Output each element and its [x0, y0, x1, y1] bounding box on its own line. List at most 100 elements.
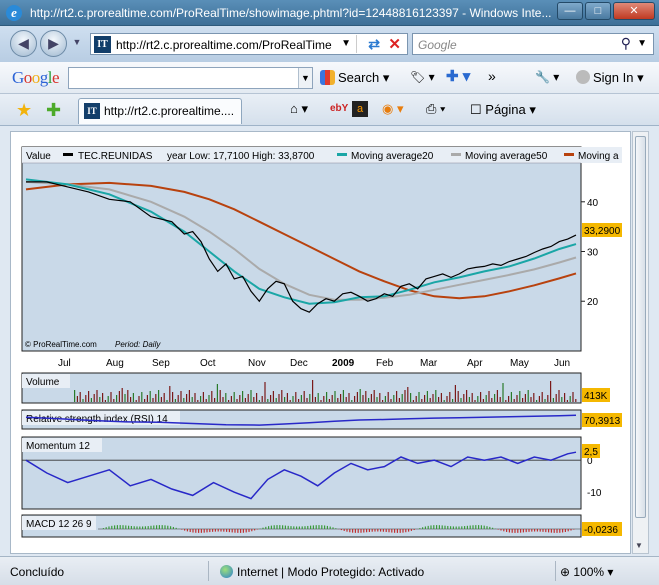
volume-bar	[202, 392, 204, 402]
macd-bar	[279, 525, 281, 529]
scrollbar-thumb[interactable]	[635, 136, 646, 518]
macd-bar	[167, 525, 169, 529]
minimize-button[interactable]: —	[557, 2, 583, 20]
bookmark-icon[interactable]: 🏷 ▾	[410, 70, 435, 84]
rss-feed-icon[interactable]: ◉ ▾	[382, 101, 403, 117]
volume-bar	[214, 398, 216, 402]
wrench-icon[interactable]: 🔧 ▾	[535, 70, 559, 84]
macd-bar	[217, 529, 219, 532]
amazon-icon[interactable]: a	[352, 101, 368, 117]
google-search-button[interactable]: Search ▾	[320, 70, 389, 86]
volume-bar	[197, 400, 199, 402]
volume-bar	[261, 396, 263, 402]
volume-bar	[228, 400, 230, 402]
zoom-control[interactable]: ⊕ 100% ▾	[560, 565, 613, 579]
volume-bar	[149, 391, 151, 402]
search-box[interactable]: Google ⚲ ▼	[412, 33, 654, 55]
page-menu[interactable]: ☐ Página ▾	[470, 102, 536, 118]
more-chevron[interactable]: »	[488, 68, 496, 84]
search-icon[interactable]: ⚲	[621, 35, 631, 52]
volume-bar	[502, 383, 504, 402]
macd-bar	[430, 525, 432, 529]
macd-bar	[545, 529, 547, 533]
volume-bar	[180, 391, 182, 402]
volume-bar	[172, 392, 174, 402]
macd-bar	[433, 525, 435, 529]
year-range-label: year Low: 17,7100 High: 33,8700	[167, 151, 315, 162]
maximize-button[interactable]: □	[585, 2, 611, 20]
macd-bar	[273, 525, 275, 529]
volume-bar	[250, 390, 252, 402]
address-bar[interactable]: IT http://rt2.c.prorealtime.com/ProRealT…	[90, 33, 408, 55]
volume-bar	[256, 393, 258, 402]
volume-bar	[370, 394, 372, 402]
ebay-icon[interactable]: ebY	[330, 103, 348, 114]
search-dropdown-icon[interactable]: ▼	[637, 38, 647, 49]
macd-bar	[447, 525, 449, 529]
volume-bar	[524, 394, 526, 402]
volume-bar	[527, 390, 529, 402]
macd-bar	[203, 529, 205, 533]
macd-bar	[150, 525, 152, 529]
volume-bar	[536, 400, 538, 402]
vertical-scrollbar[interactable]: ▼	[632, 131, 649, 554]
macd-bar	[385, 529, 387, 532]
close-button[interactable]: ✕	[613, 2, 655, 20]
volume-bar	[236, 399, 238, 402]
volume-bar	[222, 397, 224, 402]
rsi-last: 70,3913	[584, 416, 621, 427]
y-tick-label: 20	[587, 297, 599, 308]
add-favorite-icon[interactable]: ✚	[46, 100, 61, 121]
macd-bar	[405, 529, 407, 533]
volume-bar	[480, 392, 482, 402]
momentum-tick-label: -10	[587, 488, 602, 499]
volume-bar	[558, 390, 560, 402]
volume-bar	[351, 400, 353, 402]
volume-bar	[331, 395, 333, 402]
macd-bar	[198, 529, 200, 533]
macd-bar	[503, 529, 505, 532]
print-icon[interactable]: ⎙ ▾	[426, 101, 445, 117]
macd-bar	[461, 526, 463, 529]
favorites-tab-bar: ★ ✚ IT http://rt2.c.prorealtime.... ⌂ ▾ …	[0, 94, 659, 126]
macd-bar	[475, 525, 477, 529]
google-logo-letter: o	[23, 68, 33, 87]
macd-bar	[284, 525, 286, 529]
volume-bar	[362, 395, 364, 402]
macd-bar	[116, 525, 118, 529]
chevron-down-icon[interactable]: ▼	[298, 68, 312, 88]
macd-bar	[363, 529, 365, 533]
back-button[interactable]: ◀	[10, 30, 37, 57]
macd-bar	[511, 529, 513, 533]
address-url[interactable]: http://rt2.c.prorealtime.com/ProRealTime	[116, 38, 332, 52]
volume-bar	[141, 392, 143, 402]
refresh-icon[interactable]: ⇄	[368, 36, 380, 53]
x-tick-label: Feb	[376, 358, 394, 369]
volume-bar	[183, 398, 185, 402]
volume-bar	[200, 396, 202, 402]
stop-icon[interactable]: ✕	[388, 35, 401, 53]
price-legend-swatch	[63, 153, 73, 156]
add-button-icon[interactable]: ✚ ▾	[446, 67, 470, 85]
tab-prorealtime[interactable]: IT http://rt2.c.prorealtime....	[78, 98, 242, 124]
google-search-input[interactable]: ▼	[68, 67, 313, 89]
sign-in-button[interactable]: Sign In ▾	[576, 70, 644, 86]
volume-bar	[519, 391, 521, 402]
address-dropdown-icon[interactable]: ▼	[341, 38, 351, 49]
macd-bar	[564, 529, 566, 532]
macd-panel	[21, 514, 582, 538]
scroll-down-icon[interactable]: ▼	[635, 541, 643, 550]
home-icon[interactable]: ⌂ ▾	[290, 101, 308, 117]
volume-bar	[158, 390, 160, 402]
forward-button[interactable]: ▶	[40, 30, 67, 57]
symbol-label: TEC.REUNIDAS	[78, 151, 153, 162]
favorites-star-icon[interactable]: ★	[16, 100, 32, 121]
macd-bar	[245, 529, 247, 533]
volume-bar	[569, 396, 571, 402]
macd-bar	[254, 529, 256, 531]
volume-bar	[541, 392, 543, 402]
security-zone[interactable]: Internet | Modo Protegido: Activado	[220, 565, 424, 579]
last-price: 33,2900	[584, 226, 621, 237]
history-dropdown[interactable]: ▼	[70, 30, 84, 57]
volume-bar	[303, 391, 305, 402]
